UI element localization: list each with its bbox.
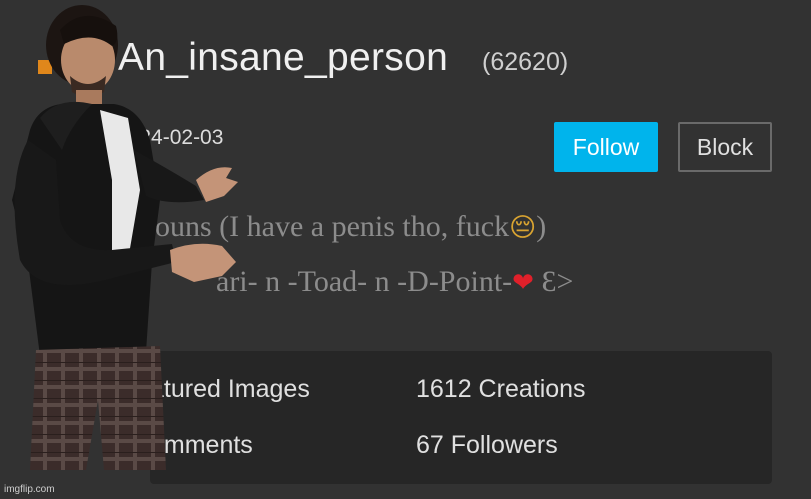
person-overlay-image [12,5,238,470]
imgflip-watermark: imgflip.com [4,484,55,495]
